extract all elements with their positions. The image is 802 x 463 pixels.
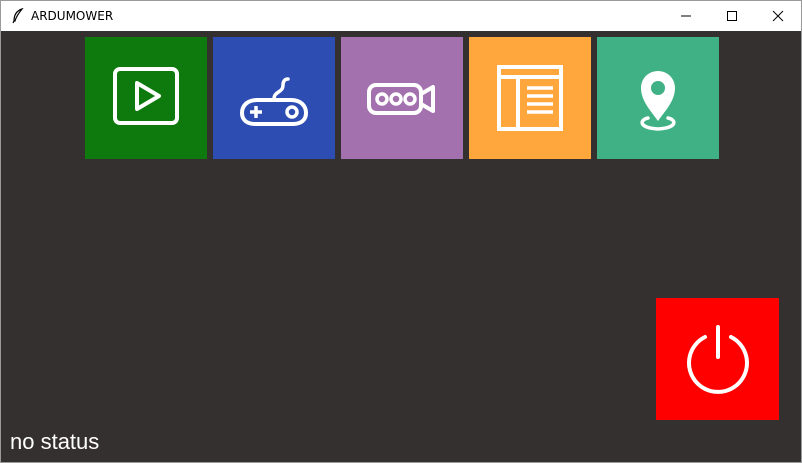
power-icon (686, 325, 749, 394)
close-icon (772, 10, 784, 22)
gamepad-tile[interactable] (213, 37, 335, 159)
play-icon (113, 67, 179, 125)
feather-icon (12, 8, 24, 24)
play-tile[interactable] (85, 37, 207, 159)
video-camera-tile[interactable] (341, 37, 463, 159)
app-window: ARDUMOWER no status (0, 0, 802, 463)
status-text: no status (10, 429, 100, 454)
layout-icon (497, 65, 563, 131)
maximize-button[interactable] (709, 1, 755, 31)
layout-tile[interactable] (469, 37, 591, 159)
minimize-button[interactable] (663, 1, 709, 31)
map-pin-icon (640, 71, 676, 131)
maximize-icon (727, 11, 737, 21)
title-bar[interactable]: ARDUMOWER (1, 1, 801, 31)
close-button[interactable] (755, 1, 801, 31)
power-button[interactable] (656, 298, 779, 420)
window-title: ARDUMOWER (31, 9, 114, 23)
gamepad-icon (239, 77, 309, 126)
video-camera-icon (367, 83, 435, 115)
minimize-icon (681, 15, 691, 17)
map-pin-tile[interactable] (597, 37, 719, 159)
main-content: no status (1, 31, 801, 462)
